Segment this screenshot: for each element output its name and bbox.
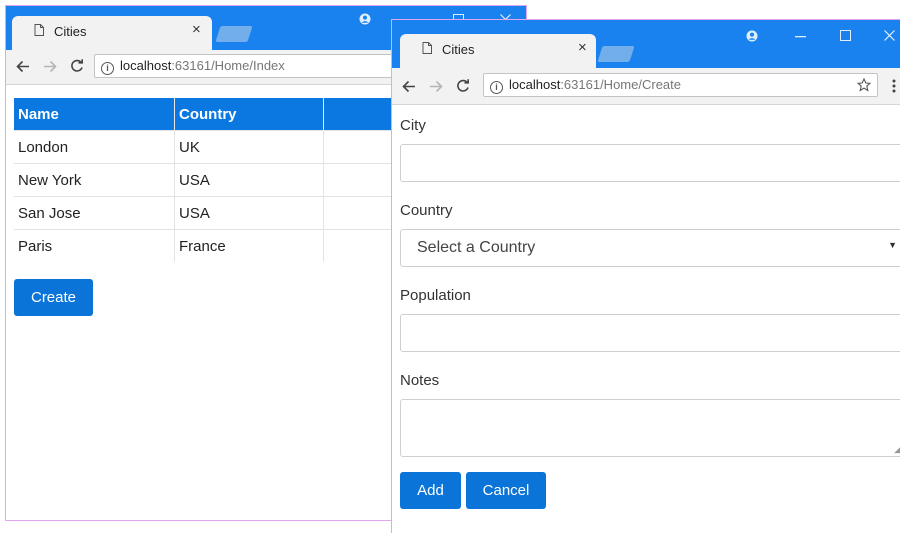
column-header-name[interactable]: Name [14, 98, 175, 131]
reload-icon[interactable] [70, 59, 84, 73]
country-select[interactable]: Select a Country ▼ [400, 229, 900, 267]
forward-arrow-icon[interactable] [429, 80, 443, 93]
forward-arrow-icon[interactable] [43, 60, 57, 73]
cell-country: UK [174, 130, 324, 164]
add-button[interactable]: Add [400, 472, 461, 509]
cell-name: London [14, 130, 175, 164]
back-arrow-icon[interactable] [402, 80, 416, 93]
country-label: Country [400, 202, 453, 219]
city-input[interactable] [400, 144, 900, 182]
bookmark-star-icon[interactable] [857, 78, 871, 92]
notes-textarea[interactable]: ◢ [400, 399, 900, 457]
cancel-button[interactable]: Cancel [466, 472, 546, 509]
close-icon[interactable] [884, 30, 895, 41]
url-host: localhost [120, 58, 172, 73]
tab-close-icon[interactable]: × [192, 21, 201, 38]
minimize-icon[interactable] [795, 36, 806, 38]
column-header-country[interactable]: Country [174, 98, 324, 131]
browser-tab[interactable]: Cities × [12, 16, 212, 50]
notes-label: Notes [400, 372, 440, 389]
cell-name: San Jose [14, 196, 175, 230]
new-tab-button[interactable] [215, 26, 253, 42]
table-row: San Jose USA [14, 196, 413, 230]
chevron-down-icon: ▼ [888, 240, 897, 250]
table-row: New York USA [14, 163, 413, 197]
cell-country: USA [174, 196, 324, 230]
browser-tab[interactable]: Cities × [400, 34, 596, 68]
resize-handle-icon[interactable]: ◢ [894, 444, 900, 455]
page-content: City Country Select a Country ▼ Populati… [392, 105, 900, 533]
address-bar[interactable]: i localhost:63161/Home/Create [483, 73, 878, 97]
tab-title: Cities [54, 24, 87, 39]
back-arrow-icon[interactable] [16, 60, 30, 73]
info-icon[interactable]: i [490, 81, 503, 94]
cell-country: USA [174, 163, 324, 197]
cell-name: New York [14, 163, 175, 197]
menu-dots-icon[interactable] [892, 79, 896, 93]
profile-icon[interactable] [746, 30, 758, 42]
population-input[interactable] [400, 314, 900, 352]
cities-table: Name Country London UK New York USA San [14, 98, 413, 262]
title-bar: Cities × [392, 20, 900, 68]
reload-icon[interactable] [456, 79, 470, 93]
maximize-icon[interactable] [840, 30, 851, 41]
info-icon[interactable]: i [101, 62, 114, 75]
browser-toolbar: i localhost:63161/Home/Create [392, 68, 900, 105]
url-path: :63161/Home/Index [171, 58, 285, 73]
create-button[interactable]: Create [14, 279, 93, 316]
url-host: localhost [509, 77, 561, 92]
browser-window-create: Cities × i localhost:63161/Home/Create C… [391, 19, 900, 533]
population-label: Population [400, 287, 471, 304]
country-select-value: Select a Country [417, 239, 536, 256]
tab-title: Cities [442, 42, 475, 57]
cell-country: France [174, 229, 324, 262]
table-row: Paris France [14, 229, 413, 262]
table-header-row: Name Country [14, 98, 413, 131]
table-row: London UK [14, 130, 413, 164]
tab-close-icon[interactable]: × [578, 39, 587, 56]
city-label: City [400, 117, 426, 134]
cell-name: Paris [14, 229, 175, 262]
new-tab-button[interactable] [597, 46, 635, 62]
profile-icon[interactable] [359, 13, 371, 25]
page-icon [34, 24, 44, 36]
url-path: :63161/Home/Create [560, 77, 681, 92]
page-icon [422, 42, 432, 54]
